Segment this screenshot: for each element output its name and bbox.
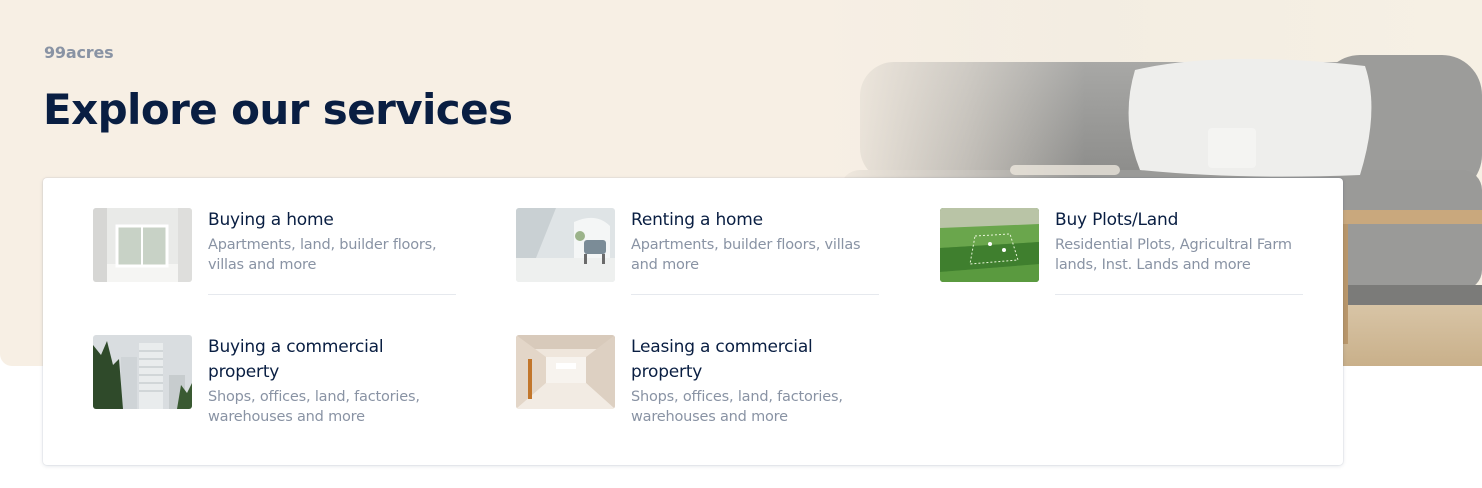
commercial-interior-thumbnail	[516, 335, 615, 409]
divider	[631, 294, 879, 295]
plots-land-thumbnail	[940, 208, 1039, 282]
service-buy-plots-land[interactable]: Buy Plots/Land Residential Plots, Agricu…	[940, 208, 1303, 298]
service-description: Apartments, land, builder floors, villas…	[208, 237, 437, 273]
divider	[1055, 294, 1303, 295]
service-renting-home[interactable]: Renting a home Apartments, builder floor…	[516, 208, 879, 298]
service-description: Shops, offices, land, factories, warehou…	[631, 389, 843, 425]
brand-label: 99acres	[44, 43, 114, 62]
service-description: Apartments, builder floors, villas and m…	[631, 237, 861, 273]
service-buying-home[interactable]: Buying a home Apartments, land, builder …	[93, 208, 456, 298]
service-title: Renting a home	[631, 210, 763, 230]
service-description: Residential Plots, Agricultral Farm land…	[1055, 237, 1292, 273]
page-title: Explore our services	[43, 85, 513, 134]
service-leasing-commercial[interactable]: Leasing a commercial property Shops, off…	[516, 335, 879, 435]
service-title: Buy Plots/Land	[1055, 210, 1179, 230]
divider	[208, 294, 456, 295]
commercial-building-thumbnail	[93, 335, 192, 409]
service-title: Leasing a commercial property	[631, 337, 813, 382]
service-buying-commercial[interactable]: Buying a commercial property Shops, offi…	[93, 335, 456, 435]
service-description: Shops, offices, land, factories, warehou…	[208, 389, 420, 425]
service-title: Buying a home	[208, 210, 334, 230]
services-card: Buying a home Apartments, land, builder …	[43, 178, 1343, 465]
buying-home-thumbnail	[93, 208, 192, 282]
service-title: Buying a commercial property	[208, 337, 384, 382]
renting-home-thumbnail	[516, 208, 615, 282]
